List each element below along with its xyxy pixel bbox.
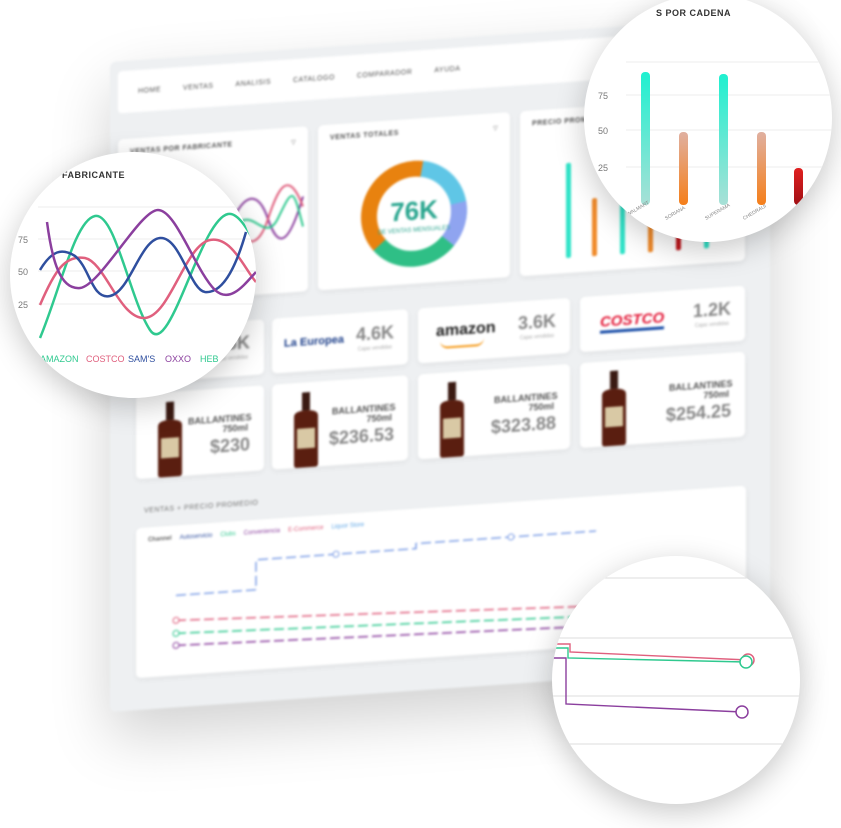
cadena-bar-chart: 75 50 25 WALMART SORIANA SUPERAMA CHEDRA… <box>598 61 832 222</box>
product-name: BALLANTINES 750ml <box>669 378 733 401</box>
product-card[interactable]: BALLANTINES 750ml $323.88 <box>418 363 570 460</box>
legend-costco[interactable]: COSTCO <box>86 354 125 364</box>
store-card-amazon[interactable]: amazon 3.6K Cajas vendidas <box>418 297 570 364</box>
y-tick: 25 <box>598 163 608 173</box>
y-tick: 50 <box>598 126 608 136</box>
legend-oxxo[interactable]: OXXO <box>165 354 191 364</box>
x-label: SORIANA <box>664 205 687 222</box>
store-card-costco[interactable]: COSTCO 1.2K Cajas vendidas <box>580 285 745 353</box>
donut-subtitle: DE VENTAS MENSUALES <box>378 225 450 236</box>
bottle-image <box>602 370 626 447</box>
donut-value: 76K <box>390 194 438 227</box>
fabricante-line-chart: 75 50 25 <box>18 206 256 339</box>
cadena-magnifier: S POR CADENA 75 50 25 WALMART SORIANA SU… <box>584 0 832 242</box>
store-card-la-europea[interactable]: La Europea 4.6K Cajas vendidas <box>272 309 408 374</box>
store-sub: Cajas vendidas <box>519 332 554 342</box>
product-name: BALLANTINES 750ml <box>188 412 252 435</box>
x-label: SUPERAMA <box>704 202 732 222</box>
amazon-logo: amazon <box>436 319 496 341</box>
store-value: 4.6K <box>355 322 394 345</box>
donut-chart: 76K DE VENTAS MENSUALES <box>361 160 467 267</box>
x-label: WALMART <box>626 200 650 218</box>
y-tick: 25 <box>18 300 28 310</box>
amazon-smile-icon <box>440 337 484 349</box>
legend-sams[interactable]: SAM'S <box>128 354 155 364</box>
nav-item-home[interactable]: HOME <box>138 86 161 95</box>
nav-item-catalogo[interactable]: CATALOGO <box>293 74 335 84</box>
store-sub: Cajas vendidas <box>694 320 729 330</box>
legend-heb[interactable]: HEB <box>200 354 219 364</box>
y-tick: 75 <box>598 91 608 101</box>
fabricante-magnifier: FABRICANTE 75 50 25 AMAZON COSTCO SAM'S … <box>10 152 256 398</box>
product-price: $323.88 <box>490 412 556 438</box>
store-sub: Cajas vendidas <box>357 344 392 353</box>
product-price: $236.53 <box>328 424 394 449</box>
product-card[interactable]: BALLANTINES 750ml $254.25 <box>580 351 745 449</box>
product-name: BALLANTINES 750ml <box>494 390 558 413</box>
nav-item-comparador[interactable]: COMPARADOR <box>357 68 412 79</box>
nav-item-analisis[interactable]: ANALISIS <box>236 78 272 87</box>
bottle-image <box>440 381 464 458</box>
product-card[interactable]: BALLANTINES 750ml $230 <box>136 385 264 480</box>
product-price: $230 <box>209 434 250 458</box>
store-value: 1.2K <box>692 298 731 322</box>
legend-amazon[interactable]: AMAZON <box>40 354 79 364</box>
trend-zoom-chart <box>552 577 800 745</box>
costco-logo: COSTCO <box>600 309 665 334</box>
bottle-image <box>158 401 182 478</box>
x-label: CHEDRAUI <box>742 203 768 221</box>
product-card[interactable]: BALLANTINES 750ml $236.53 <box>272 375 408 470</box>
trend-magnifier <box>552 556 800 804</box>
bottle-image <box>294 392 318 468</box>
nav-item-ayuda[interactable]: AYUDA <box>434 65 460 74</box>
trend-section-label: VENTAS + PRECIO PROMEDIO <box>144 499 259 515</box>
y-tick: 75 <box>18 235 28 245</box>
la-europea-logo: La Europea <box>284 333 344 350</box>
ventas-totales-card: VENTAS TOTALES ▿ 76K DE VENTAS MENSUALES <box>318 112 510 291</box>
nav-item-ventas[interactable]: VENTAS <box>183 82 214 91</box>
product-price: $254.25 <box>665 400 731 426</box>
product-name: BALLANTINES 750ml <box>332 402 396 425</box>
store-value: 3.6K <box>517 310 556 334</box>
y-tick: 50 <box>18 267 28 277</box>
